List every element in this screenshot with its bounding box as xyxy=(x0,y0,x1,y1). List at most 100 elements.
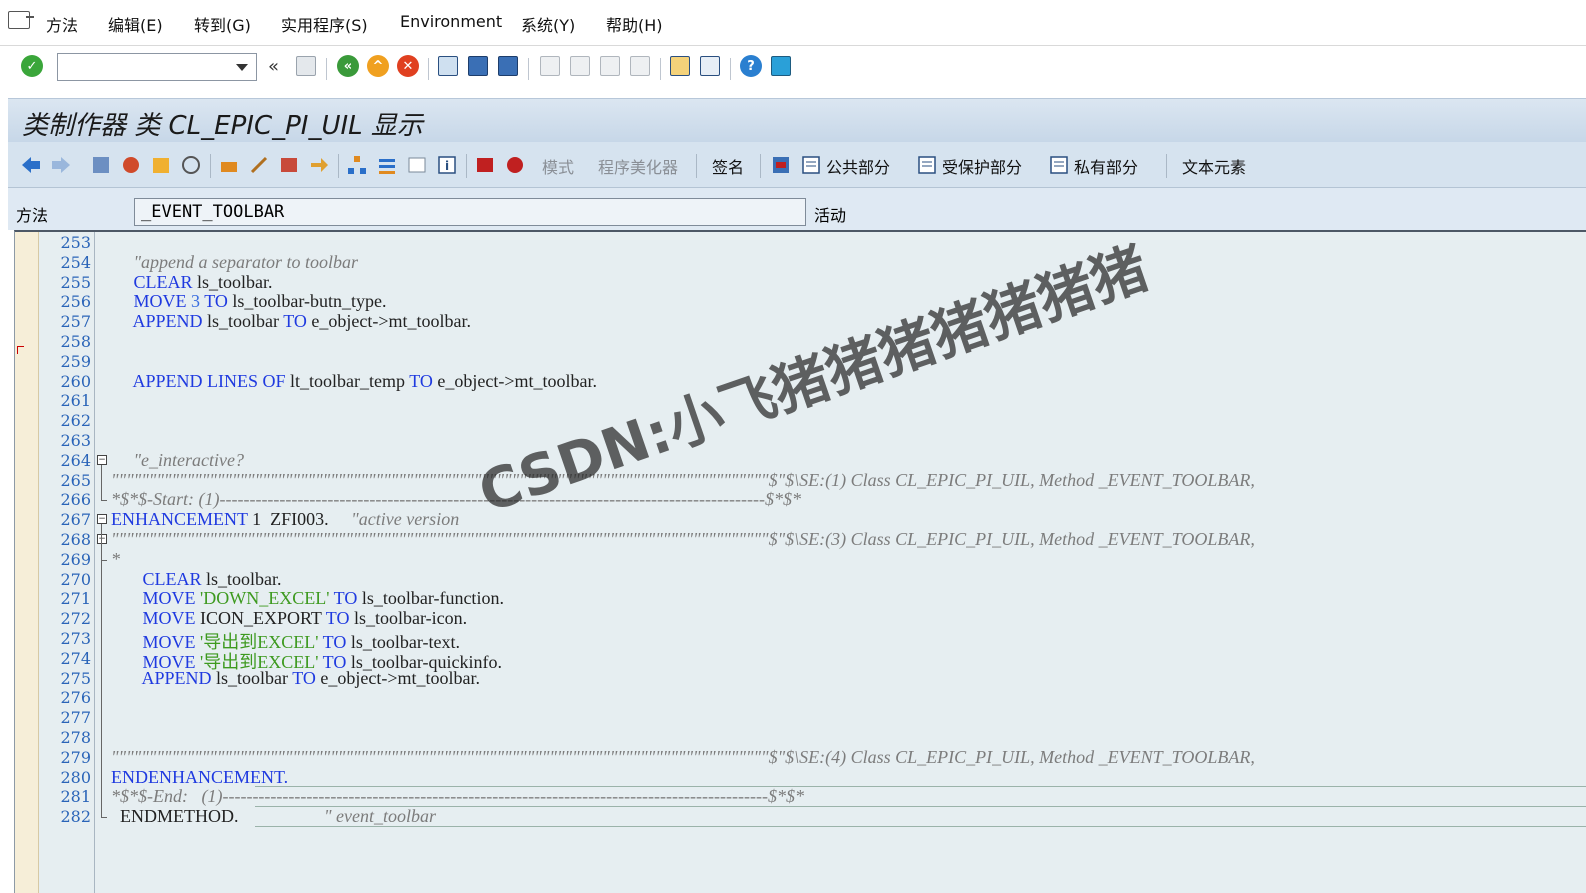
code-token: "e_interactive? xyxy=(111,449,245,470)
code-editor[interactable]: "append a separator to toolbar CLEAR ls_… xyxy=(14,230,1586,893)
help-icon[interactable]: ? xyxy=(739,54,763,78)
print-icon[interactable] xyxy=(436,54,460,78)
hierarchy-icon[interactable] xyxy=(346,154,368,176)
code-token: APPEND xyxy=(132,311,203,332)
change-display-icon[interactable] xyxy=(120,154,142,176)
next-page-icon[interactable] xyxy=(598,54,622,78)
navigation-icon[interactable] xyxy=(308,154,330,176)
line-number: 278 xyxy=(60,728,91,747)
code-token: TO xyxy=(204,291,228,312)
menu-utilities[interactable]: 实用程序(S) xyxy=(281,12,368,36)
fold-toggle-icon[interactable]: − xyxy=(97,454,107,465)
customize-layout-icon[interactable] xyxy=(769,54,793,78)
exit-icon[interactable]: ^ xyxy=(366,54,390,78)
check-icon[interactable] xyxy=(180,154,202,176)
line-separator xyxy=(255,826,1586,827)
other-object-icon[interactable] xyxy=(90,154,112,176)
code-line[interactable]: """"""""""""""""""""""""""""""""""""""""… xyxy=(111,529,1255,550)
cancel-icon[interactable]: ✕ xyxy=(396,54,420,78)
code-token: TO xyxy=(283,311,307,332)
code-line[interactable]: * xyxy=(111,549,120,570)
code-token: " event_toolbar xyxy=(238,806,437,827)
protected-section-icon[interactable] xyxy=(916,154,938,176)
code-token: ls_toolbar-function. xyxy=(357,588,504,609)
mode-button[interactable]: 模式 xyxy=(542,154,574,178)
chevron-down-icon[interactable] xyxy=(236,64,248,71)
save-icon[interactable] xyxy=(294,54,318,78)
stop-icon[interactable] xyxy=(504,154,526,176)
code-line[interactable]: CLEAR ls_toolbar. xyxy=(111,569,282,590)
menu-help[interactable]: 帮助(H) xyxy=(606,12,663,36)
code-line[interactable]: *$*$-Start: (1)-------------------------… xyxy=(111,489,801,510)
magic-wand-icon[interactable] xyxy=(248,154,270,176)
collapse-icon[interactable]: « xyxy=(268,56,279,77)
private-section-icon[interactable] xyxy=(1048,154,1070,176)
svg-text:i: i xyxy=(445,159,449,173)
line-number: 279 xyxy=(60,747,91,767)
display-object-list-icon[interactable] xyxy=(278,154,300,176)
protected-section-button[interactable]: 受保护部分 xyxy=(942,154,1022,178)
code-line[interactable]: "e_interactive? xyxy=(111,449,245,471)
code-line[interactable]: APPEND ls_toolbar TO e_object->mt_toolba… xyxy=(111,668,480,689)
activate-icon[interactable] xyxy=(150,154,172,176)
table-icon[interactable] xyxy=(406,154,428,176)
line-number: 276 xyxy=(60,688,91,708)
method-name-field[interactable]: _EVENT_TOOLBAR xyxy=(134,198,806,226)
code-line[interactable]: """"""""""""""""""""""""""""""""""""""""… xyxy=(111,470,1255,491)
public-section-button[interactable]: 公共部分 xyxy=(826,154,890,178)
arrow-left-icon[interactable] xyxy=(20,154,42,176)
enter-icon[interactable]: ✓ xyxy=(20,54,44,78)
menu-method[interactable]: 方法 xyxy=(46,12,78,36)
menu-edit[interactable]: 编辑(E) xyxy=(108,12,163,36)
toolbar-separator xyxy=(528,58,529,80)
last-page-icon[interactable] xyxy=(628,54,652,78)
system-menu-icon[interactable] xyxy=(8,11,34,29)
application-toolbar: i 模式 程序美化器 签名 公共部分 受保护部分 私有部分 文本元素 xyxy=(8,142,1586,188)
menu-system[interactable]: 系统(Y) xyxy=(521,12,575,36)
menu-goto[interactable]: 转到(G) xyxy=(194,12,251,36)
code-line[interactable]: MOVE 'DOWN_EXCEL' TO ls_toolbar-function… xyxy=(111,588,504,609)
arrow-right-icon[interactable] xyxy=(50,154,72,176)
find-next-icon[interactable] xyxy=(496,54,520,78)
code-token: e_object->mt_toolbar. xyxy=(306,311,471,332)
line-number: 260 xyxy=(60,371,91,391)
fold-toggle-icon[interactable]: − xyxy=(97,534,107,544)
class-hierarchy-icon[interactable] xyxy=(770,154,792,176)
code-line[interactable]: *$*$-End: (1)---------------------------… xyxy=(111,786,804,807)
code-line[interactable]: APPEND ls_toolbar TO e_object->mt_toolba… xyxy=(111,311,471,332)
private-section-button[interactable]: 私有部分 xyxy=(1074,154,1138,178)
code-line[interactable]: ENDENHANCEMENT. xyxy=(111,767,288,788)
prev-page-icon[interactable] xyxy=(568,54,592,78)
code-line[interactable]: "append a separator to toolbar xyxy=(111,252,359,273)
code-line[interactable]: CLEAR ls_toolbar. xyxy=(111,272,273,293)
breakpoint-icon[interactable] xyxy=(474,154,496,176)
pretty-printer-button[interactable]: 程序美化器 xyxy=(598,154,678,178)
align-icon[interactable] xyxy=(376,154,398,176)
toolbar-separator xyxy=(326,58,327,80)
command-field[interactable] xyxy=(57,53,257,81)
line-number: 266 xyxy=(60,490,91,510)
code-line[interactable]: ENDMETHOD. " event_toolbar xyxy=(111,806,436,827)
code-line[interactable]: ENHANCEMENT 1 ZFI003. "active version xyxy=(111,509,459,530)
first-page-icon[interactable] xyxy=(538,54,562,78)
info-icon[interactable]: i xyxy=(436,154,458,176)
line-number: 272 xyxy=(60,609,91,629)
text-elements-button[interactable]: 文本元素 xyxy=(1182,154,1246,178)
new-session-icon[interactable] xyxy=(668,54,692,78)
change-marker-icon xyxy=(17,346,24,354)
public-section-icon[interactable] xyxy=(800,154,822,176)
find-icon[interactable] xyxy=(466,54,490,78)
menu-environment[interactable]: Environment xyxy=(400,12,502,31)
code-line[interactable]: MOVE ICON_EXPORT TO ls_toolbar-icon. xyxy=(111,608,468,629)
shortcut-icon[interactable] xyxy=(698,54,722,78)
back-icon[interactable]: « xyxy=(336,54,360,78)
code-line[interactable]: MOVE 3 TO ls_toolbar-butn_type. xyxy=(111,291,387,312)
code-token: ls_toolbar. xyxy=(201,568,282,589)
code-line[interactable]: APPEND LINES OF lt_toolbar_temp TO e_obj… xyxy=(111,371,597,392)
line-number: 269 xyxy=(60,549,91,569)
signature-button[interactable]: 签名 xyxy=(712,154,744,178)
where-used-icon[interactable] xyxy=(218,154,240,176)
fold-toggle-icon[interactable]: − xyxy=(97,514,107,525)
code-line[interactable]: """"""""""""""""""""""""""""""""""""""""… xyxy=(111,747,1255,768)
